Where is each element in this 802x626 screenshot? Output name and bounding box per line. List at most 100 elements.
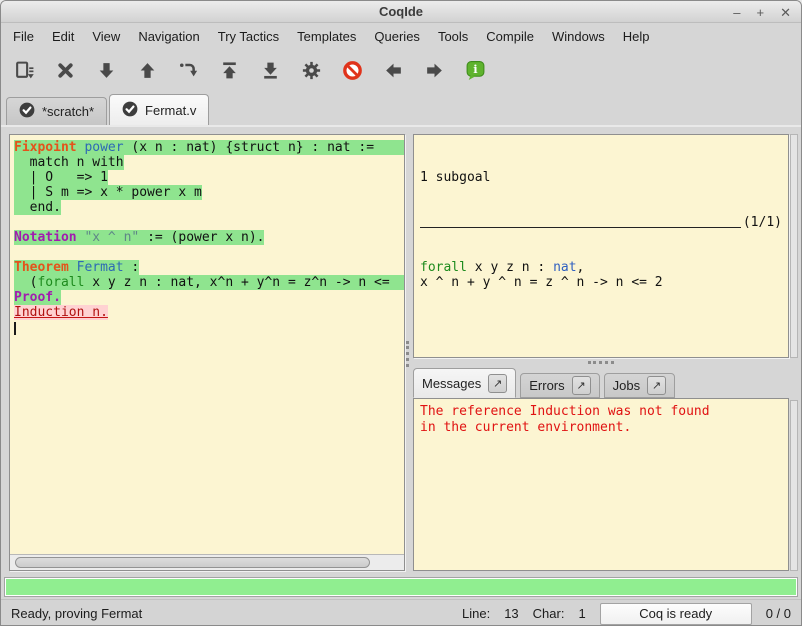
tab-fermat-v[interactable]: Fermat.v bbox=[109, 94, 209, 125]
arrow-to-bottom-icon bbox=[260, 60, 281, 81]
menu-bar: FileEditViewNavigationTry TacticsTemplat… bbox=[1, 23, 801, 49]
goal-line: forall x y z n : nat, bbox=[420, 260, 782, 275]
toolbar-fully-check-button[interactable] bbox=[293, 53, 329, 87]
goal-line: x ^ n + y ^ n = z ^ n -> n <= 2 bbox=[420, 275, 782, 290]
menu-item-edit[interactable]: Edit bbox=[43, 25, 83, 48]
progress-bar bbox=[4, 577, 798, 597]
code-line: Theorem Fermat : bbox=[14, 260, 404, 275]
tab-errors[interactable]: Errors↗ bbox=[520, 373, 599, 398]
toolbar-backward-one-step-button[interactable] bbox=[129, 53, 165, 87]
arrow-right-icon bbox=[424, 60, 445, 81]
messages-section: Messages↗Errors↗Jobs↗ The reference Indu… bbox=[413, 368, 789, 571]
code-line: end. bbox=[14, 200, 404, 215]
script-editor[interactable]: Fixpoint power (x n : nat) {struct n} : … bbox=[10, 135, 404, 554]
code-line: | S m => x * power x m bbox=[14, 185, 404, 200]
info-icon: i bbox=[465, 60, 486, 81]
message-tab-bar: Messages↗Errors↗Jobs↗ bbox=[413, 368, 789, 398]
arrow-up-icon bbox=[137, 60, 158, 81]
toolbar-save-button[interactable] bbox=[6, 53, 42, 87]
message-line: The reference Induction was not found bbox=[420, 404, 782, 420]
horizontal-splitter-handle[interactable] bbox=[588, 361, 614, 364]
tab-jobs[interactable]: Jobs↗ bbox=[604, 373, 675, 398]
menu-item-navigation[interactable]: Navigation bbox=[129, 25, 208, 48]
arrow-left-icon bbox=[383, 60, 404, 81]
code-line: (forall x y z n : nat, x^n + y^n = z^n -… bbox=[14, 275, 404, 290]
title-bar[interactable]: CoqIde – + ✕ bbox=[1, 1, 801, 23]
goal-panel[interactable]: 1 subgoal (1/1) forall x y z n : nat,x ^… bbox=[413, 134, 789, 358]
save-icon bbox=[14, 60, 35, 81]
menu-item-file[interactable]: File bbox=[4, 25, 43, 48]
arrow-to-top-icon bbox=[219, 60, 240, 81]
tab-messages[interactable]: Messages ↗ bbox=[413, 368, 516, 398]
messages-vertical-scrollbar[interactable] bbox=[790, 400, 798, 571]
toolbar-go-to-end-button[interactable] bbox=[252, 53, 288, 87]
detach-messages-button[interactable]: ↗ bbox=[488, 374, 507, 393]
progress-fill bbox=[6, 579, 796, 595]
check-circle-icon bbox=[122, 101, 138, 120]
detach-jobs-button[interactable]: ↗ bbox=[647, 376, 666, 395]
goal-vertical-scrollbar[interactable] bbox=[790, 134, 798, 358]
line-label: Line: bbox=[462, 606, 490, 621]
toolbar-about-button[interactable]: i bbox=[457, 53, 493, 87]
tab-label: Fermat.v bbox=[145, 103, 196, 118]
menu-item-help[interactable]: Help bbox=[614, 25, 659, 48]
detach-errors-button[interactable]: ↗ bbox=[572, 376, 591, 395]
code-line: | O => 1 bbox=[14, 170, 404, 185]
toolbar-interrupt-button[interactable] bbox=[334, 53, 370, 87]
coqide-window: CoqIde – + ✕ FileEditViewNavigationTry Tac… bbox=[0, 0, 802, 626]
menu-item-windows[interactable]: Windows bbox=[543, 25, 614, 48]
vertical-splitter-handle[interactable] bbox=[406, 341, 409, 367]
window-controls: – + ✕ bbox=[733, 1, 791, 23]
menu-item-try-tactics[interactable]: Try Tactics bbox=[209, 25, 288, 48]
code-line: Fixpoint power (x n : nat) {struct n} : … bbox=[14, 140, 404, 155]
goal-text: forall x y z n : nat,x ^ n + y ^ n = z ^… bbox=[420, 260, 782, 290]
toolbar-go-to-cursor-button[interactable] bbox=[170, 53, 206, 87]
message-line: in the current environment. bbox=[420, 420, 782, 436]
menu-item-templates[interactable]: Templates bbox=[288, 25, 365, 48]
menu-item-view[interactable]: View bbox=[83, 25, 129, 48]
minimize-button[interactable]: – bbox=[733, 6, 740, 19]
coq-state-indicator: Coq is ready bbox=[600, 603, 752, 625]
arrow-down-icon bbox=[96, 60, 117, 81]
main-content: Fixpoint power (x n : nat) {struct n} : … bbox=[1, 127, 801, 575]
menu-item-compile[interactable]: Compile bbox=[477, 25, 543, 48]
toolbar-forward-one-step-button[interactable] bbox=[88, 53, 124, 87]
toolbar-previous-button[interactable] bbox=[375, 53, 411, 87]
coq-state-text: Coq is ready bbox=[639, 606, 712, 621]
stop-icon bbox=[342, 60, 363, 81]
detach-arrow-icon: ↗ bbox=[577, 379, 586, 392]
code-line bbox=[14, 215, 404, 230]
close-icon bbox=[55, 60, 76, 81]
document-tab-bar: *scratch* Fermat.v bbox=[1, 91, 801, 127]
script-editor-pane: Fixpoint power (x n : nat) {struct n} : … bbox=[9, 134, 405, 571]
tab-label: Messages bbox=[422, 376, 481, 391]
scrollbar-thumb[interactable] bbox=[15, 557, 370, 568]
gear-icon bbox=[301, 60, 322, 81]
goal-counter: (1/1) bbox=[741, 215, 782, 230]
detach-arrow-icon: ↗ bbox=[652, 379, 661, 392]
menu-item-tools[interactable]: Tools bbox=[429, 25, 477, 48]
status-bar: Ready, proving Fermat Line: 13 Char: 1 C… bbox=[1, 599, 801, 626]
toolbar-next-button[interactable] bbox=[416, 53, 452, 87]
tab-label: *scratch* bbox=[42, 104, 94, 119]
char-value: 1 bbox=[578, 606, 585, 621]
code-line: Notation "x ^ n" := (power x n). bbox=[14, 230, 404, 245]
check-circle-icon bbox=[19, 102, 35, 121]
progress-row bbox=[1, 575, 801, 599]
goal-separator: (1/1) bbox=[420, 215, 782, 230]
text-caret bbox=[14, 322, 16, 335]
line-value: 13 bbox=[504, 606, 518, 621]
toolbar-close-button[interactable] bbox=[47, 53, 83, 87]
editor-horizontal-scrollbar[interactable] bbox=[10, 554, 404, 570]
close-button[interactable]: ✕ bbox=[780, 6, 791, 19]
status-message: Ready, proving Fermat bbox=[11, 606, 462, 621]
toolbar-restart-button[interactable] bbox=[211, 53, 247, 87]
menu-item-queries[interactable]: Queries bbox=[365, 25, 429, 48]
window-title: CoqIde bbox=[1, 4, 801, 19]
maximize-button[interactable]: + bbox=[757, 6, 765, 19]
tab-scratch[interactable]: *scratch* bbox=[6, 97, 107, 125]
goal-rule-line bbox=[420, 227, 741, 228]
code-line: Induction n. bbox=[14, 305, 404, 320]
goal-header: 1 subgoal bbox=[420, 170, 782, 185]
messages-panel[interactable]: The reference Induction was not foundin … bbox=[413, 398, 789, 571]
